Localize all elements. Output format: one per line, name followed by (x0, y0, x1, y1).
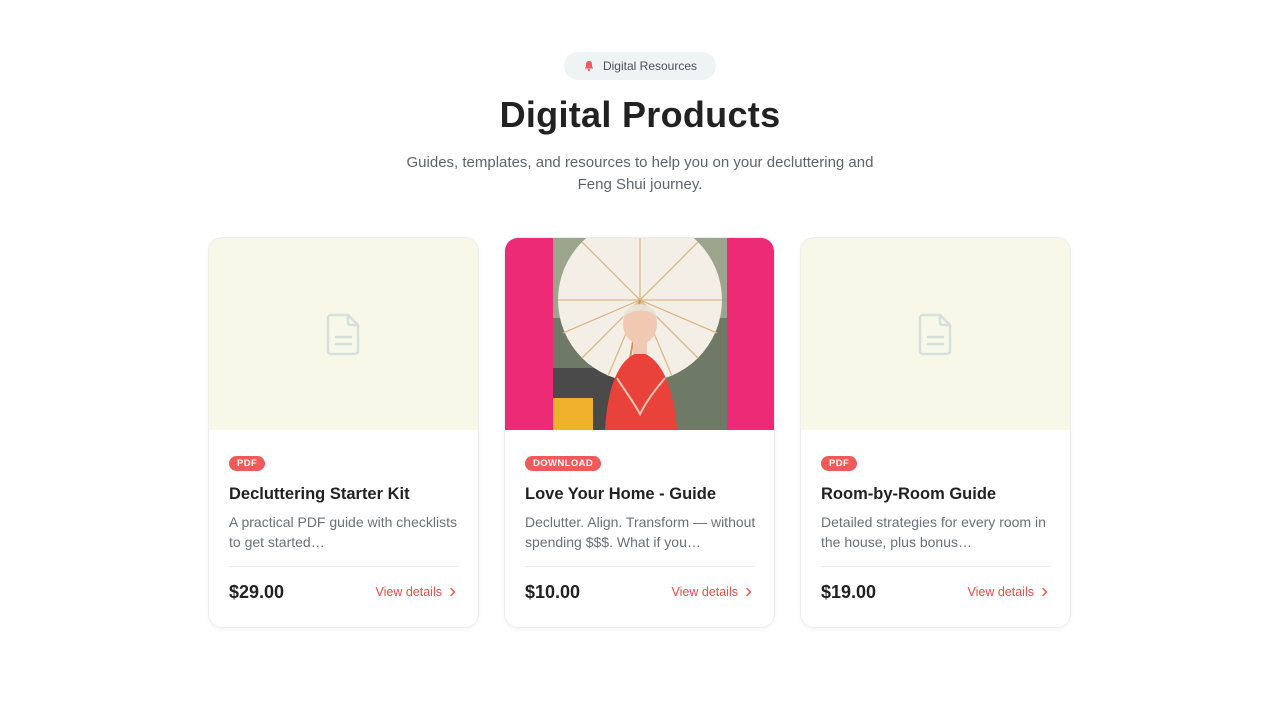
view-details-link[interactable]: View details (376, 585, 458, 599)
product-title[interactable]: Room-by-Room Guide (821, 485, 996, 504)
product-card[interactable]: DOWNLOAD Love Your Home - Guide Declutte… (504, 237, 775, 628)
product-title[interactable]: Decluttering Starter Kit (229, 485, 410, 504)
document-icon (326, 313, 359, 356)
card-divider (821, 566, 1050, 567)
product-thumbnail-placeholder (801, 238, 1070, 430)
section-badge: Digital Resources (564, 52, 716, 80)
view-details-link[interactable]: View details (968, 585, 1050, 599)
view-details-label: View details (671, 585, 738, 599)
product-type-badge: DOWNLOAD (525, 456, 602, 471)
page-title: Digital Products (499, 94, 781, 135)
product-price: $10.00 (525, 582, 581, 602)
card-divider (525, 566, 754, 567)
product-description: Declutter. Align. Transform — without sp… (525, 514, 756, 550)
card-divider (229, 566, 458, 567)
page-subtitle: Guides, templates, and resources to help… (406, 154, 874, 193)
view-details-link[interactable]: View details (672, 585, 754, 599)
product-price: $19.00 (821, 582, 877, 602)
badge-label: Digital Resources (602, 59, 698, 73)
bell-icon (584, 61, 593, 72)
product-card[interactable]: PDF Decluttering Starter Kit A practical… (208, 237, 479, 628)
chevron-right-icon (746, 587, 752, 597)
chevron-right-icon (450, 587, 456, 597)
product-type-badge: PDF (229, 456, 266, 471)
woman-with-parasol-image (553, 238, 727, 430)
product-photo (505, 238, 774, 430)
view-details-label: View details (967, 585, 1034, 599)
product-price: $29.00 (229, 582, 285, 602)
product-description: Detailed strategies for every room in th… (821, 514, 1046, 550)
view-details-label: View details (375, 585, 442, 599)
product-type-badge: PDF (821, 456, 858, 471)
product-description: A practical PDF guide with checklists to… (229, 514, 457, 550)
product-title[interactable]: Love Your Home - Guide (525, 485, 716, 504)
product-card[interactable]: PDF Room-by-Room Guide Detailed strategi… (800, 237, 1071, 628)
document-icon (918, 313, 951, 356)
chevron-right-icon (1042, 587, 1048, 597)
product-thumbnail-placeholder (209, 238, 478, 430)
